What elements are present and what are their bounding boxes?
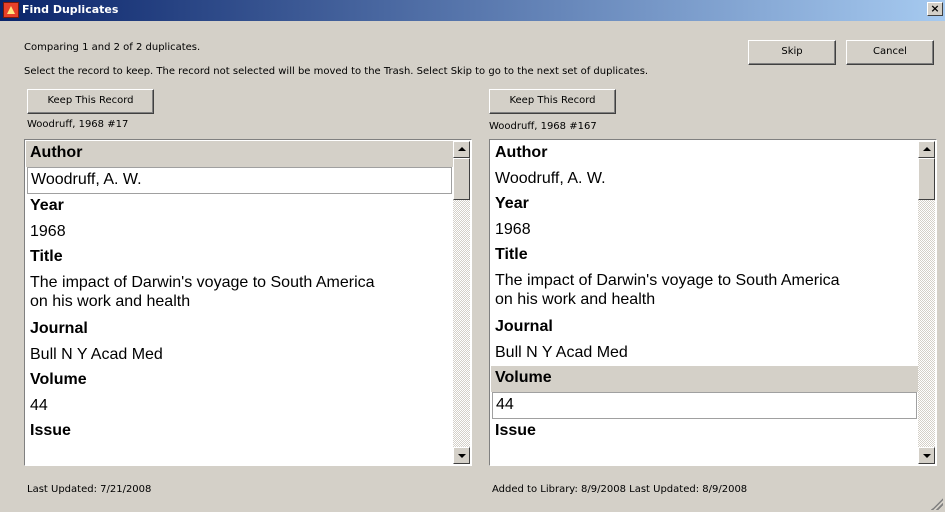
right-record-label: Woodruff, 1968 #167 <box>489 121 597 132</box>
right-footer: Added to Library: 8/9/2008 Last Updated:… <box>492 484 748 495</box>
title-value[interactable]: The impact of Darwin's voyage to South A… <box>491 269 919 315</box>
year-value[interactable]: 1968 <box>26 220 454 245</box>
cancel-button[interactable]: Cancel <box>846 40 934 65</box>
scroll-down-button[interactable] <box>453 447 470 464</box>
title-line-1: The impact of Darwin's voyage to South A… <box>495 272 840 289</box>
journal-value[interactable]: Bull N Y Acad Med <box>491 341 919 366</box>
volume-label: Volume <box>30 371 87 388</box>
left-record-label: Woodruff, 1968 #17 <box>27 119 129 130</box>
skip-button[interactable]: Skip <box>748 40 836 65</box>
volume-value[interactable]: 44 <box>26 394 454 419</box>
keep-right-button[interactable]: Keep This Record <box>489 89 616 114</box>
volume-label: Volume <box>491 366 919 392</box>
scroll-up-button[interactable] <box>453 141 470 158</box>
title-label: Title <box>30 248 63 265</box>
up-arrow-icon <box>923 147 931 151</box>
year-label: Year <box>495 195 529 212</box>
right-scrollbar[interactable] <box>918 141 935 464</box>
comparing-text: Comparing 1 and 2 of 2 duplicates. <box>24 42 201 53</box>
window-title: Find Duplicates <box>22 3 119 16</box>
scroll-thumb[interactable] <box>918 158 935 200</box>
scroll-up-button[interactable] <box>918 141 935 158</box>
journal-label: Journal <box>495 318 553 335</box>
keep-left-button[interactable]: Keep This Record <box>27 89 154 114</box>
author-value[interactable]: Woodruff, A. W. <box>27 167 452 194</box>
up-arrow-icon <box>458 147 466 151</box>
scroll-down-button[interactable] <box>918 447 935 464</box>
title-line-1: The impact of Darwin's voyage to South A… <box>30 274 375 291</box>
down-arrow-icon <box>923 454 931 458</box>
instructions-text: Select the record to keep. The record no… <box>24 66 649 77</box>
author-label: Author <box>26 141 454 167</box>
journal-value[interactable]: Bull N Y Acad Med <box>26 343 454 368</box>
title-label: Title <box>495 246 528 263</box>
title-line-2: on his work and health <box>30 293 191 310</box>
close-button[interactable]: × <box>927 2 943 16</box>
journal-label: Journal <box>30 320 88 337</box>
scroll-thumb[interactable] <box>453 158 470 200</box>
resize-grip[interactable] <box>931 498 943 510</box>
title-line-2: on his work and health <box>495 291 656 308</box>
author-value[interactable]: Woodruff, A. W. <box>491 167 919 192</box>
issue-label: Issue <box>495 422 536 439</box>
title-value[interactable]: The impact of Darwin's voyage to South A… <box>26 271 454 317</box>
left-record-panel[interactable]: Author Woodruff, A. W. Year 1968 Title T… <box>24 139 472 466</box>
left-footer: Last Updated: 7/21/2008 <box>27 484 152 495</box>
right-record-panel[interactable]: Author Woodruff, A. W. Year 1968 Title T… <box>489 139 937 466</box>
author-label: Author <box>495 144 548 161</box>
app-icon <box>3 2 19 18</box>
issue-label: Issue <box>30 422 71 439</box>
title-bar: Find Duplicates × <box>0 0 945 21</box>
down-arrow-icon <box>458 454 466 458</box>
year-label: Year <box>30 197 64 214</box>
volume-value[interactable]: 44 <box>492 392 917 419</box>
left-scrollbar[interactable] <box>453 141 470 464</box>
year-value[interactable]: 1968 <box>491 218 919 243</box>
